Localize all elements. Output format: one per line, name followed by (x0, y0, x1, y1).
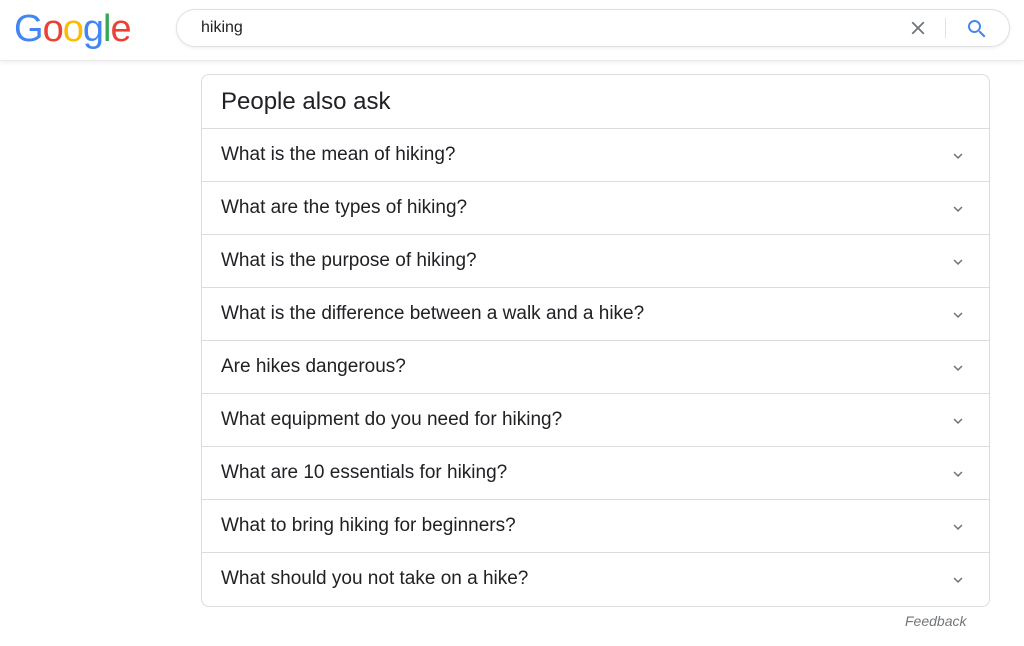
feedback-link[interactable]: Feedback (905, 613, 966, 629)
paa-question-text: What equipment do you need for hiking? (221, 409, 563, 430)
search-divider (945, 18, 946, 38)
chevron-down-icon[interactable] (949, 465, 967, 483)
paa-question[interactable]: Are hikes dangerous? (202, 341, 989, 394)
logo-letter: g (82, 8, 104, 50)
logo-letter: o (42, 8, 64, 50)
paa-question-text: What is the difference between a walk an… (221, 303, 645, 324)
paa-question-text: What should you not take on a hike? (221, 568, 529, 589)
paa-question[interactable]: What is the mean of hiking? (202, 129, 989, 182)
paa-list: What is the mean of hiking? What are the… (202, 129, 989, 606)
paa-question-text: What is the mean of hiking? (221, 144, 456, 165)
paa-question-text: Are hikes dangerous? (221, 356, 406, 377)
paa-question-text: What are the types of hiking? (221, 197, 468, 218)
google-logo[interactable]: Google (14, 6, 132, 52)
search-box (176, 9, 1010, 47)
paa-heading: People also ask (202, 75, 989, 129)
search-icon[interactable] (965, 17, 989, 41)
chevron-down-icon[interactable] (949, 147, 967, 165)
search-input[interactable] (201, 10, 881, 46)
logo-letter: o (62, 8, 84, 50)
chevron-down-icon[interactable] (949, 253, 967, 271)
paa-question[interactable]: What should you not take on a hike? (202, 553, 989, 606)
chevron-down-icon[interactable] (949, 306, 967, 324)
paa-question-text: What is the purpose of hiking? (221, 250, 477, 271)
close-icon[interactable] (907, 17, 929, 39)
logo-letter: e (110, 8, 131, 50)
paa-question-text: What to bring hiking for beginners? (221, 515, 516, 536)
paa-question[interactable]: What is the difference between a walk an… (202, 288, 989, 341)
top-bar: Google (0, 0, 1024, 61)
chevron-down-icon[interactable] (949, 359, 967, 377)
paa-question[interactable]: What to bring hiking for beginners? (202, 500, 989, 553)
logo-letter: l (102, 8, 112, 50)
chevron-down-icon[interactable] (949, 412, 967, 430)
people-also-ask-panel: People also ask What is the mean of hiki… (201, 74, 990, 607)
paa-question[interactable]: What equipment do you need for hiking? (202, 394, 989, 447)
paa-question[interactable]: What are 10 essentials for hiking? (202, 447, 989, 500)
logo-letter: G (14, 8, 44, 50)
chevron-down-icon[interactable] (949, 518, 967, 536)
paa-question[interactable]: What is the purpose of hiking? (202, 235, 989, 288)
paa-question[interactable]: What are the types of hiking? (202, 182, 989, 235)
paa-question-text: What are 10 essentials for hiking? (221, 462, 508, 483)
chevron-down-icon[interactable] (949, 200, 967, 218)
chevron-down-icon[interactable] (949, 571, 967, 589)
